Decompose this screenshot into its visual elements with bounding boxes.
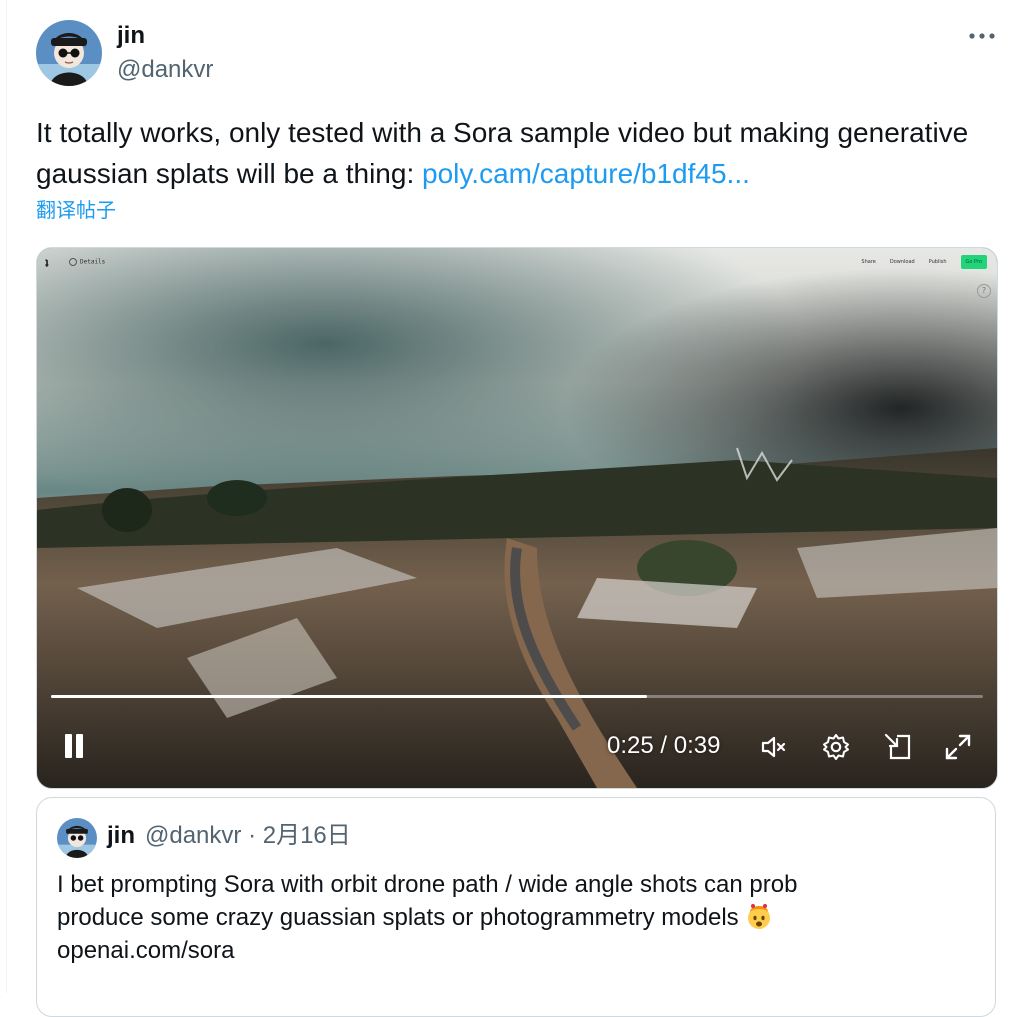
app-logo: ʇ bbox=[45, 258, 49, 270]
pause-button[interactable] bbox=[59, 730, 89, 760]
app-details: Details bbox=[69, 258, 105, 266]
app-help-icon: ? bbox=[977, 284, 991, 298]
fullscreen-icon[interactable] bbox=[943, 732, 973, 762]
total-time: 0:39 bbox=[673, 732, 721, 759]
quote-text: I bet prompting Sora with orbit drone pa… bbox=[57, 868, 977, 967]
quote-meta: @dankvr · 2月16日 bbox=[145, 822, 351, 849]
video-progress-fill bbox=[51, 695, 648, 698]
pip-icon[interactable] bbox=[883, 732, 913, 762]
video-controls: 0:25 / 0:39 bbox=[37, 718, 997, 770]
quote-author-avatar bbox=[57, 818, 97, 858]
app-publish: Publish bbox=[928, 259, 947, 265]
mute-icon[interactable] bbox=[759, 732, 789, 762]
quote-link[interactable]: openai.com/sora bbox=[57, 937, 234, 964]
exploding-head-emoji bbox=[748, 904, 771, 929]
quoted-tweet[interactable]: jin @dankvr · 2月16日 I bet prompting Sora… bbox=[36, 797, 996, 1017]
app-actions: Share Download Publish Go Pro bbox=[861, 255, 987, 269]
video-progress-bar[interactable] bbox=[51, 695, 983, 698]
app-go-pro: Go Pro bbox=[960, 255, 987, 269]
author-avatar[interactable] bbox=[36, 20, 102, 86]
video-frame-image bbox=[37, 248, 997, 788]
current-time: 0:25 bbox=[607, 732, 654, 759]
translate-post-link[interactable]: 翻译帖子 bbox=[36, 197, 116, 225]
author-name[interactable]: jin bbox=[117, 21, 145, 51]
more-horizontal-icon bbox=[969, 33, 995, 39]
quote-line-2: produce some crazy guassian splats or ph… bbox=[57, 904, 746, 931]
timeline-left-border bbox=[6, 0, 7, 993]
app-download: Download bbox=[889, 259, 915, 265]
quote-line-1: I bet prompting Sora with orbit drone pa… bbox=[57, 871, 798, 898]
quote-author-name: jin bbox=[107, 822, 135, 849]
app-share: Share bbox=[861, 259, 876, 265]
author-handle[interactable]: @dankvr bbox=[117, 55, 213, 85]
tweet-link[interactable]: poly.cam/capture/b1df45... bbox=[422, 158, 750, 189]
tweet-text: It totally works, only tested with a Sor… bbox=[36, 112, 996, 194]
video-player[interactable]: ʇ Details Share Download Publish Go Pro … bbox=[36, 247, 998, 789]
video-time: 0:25 / 0:39 bbox=[607, 732, 721, 759]
more-options-button[interactable] bbox=[962, 22, 1002, 50]
app-toolbar: ʇ Details Share Download Publish Go Pro … bbox=[37, 248, 997, 298]
settings-icon[interactable] bbox=[821, 732, 851, 762]
